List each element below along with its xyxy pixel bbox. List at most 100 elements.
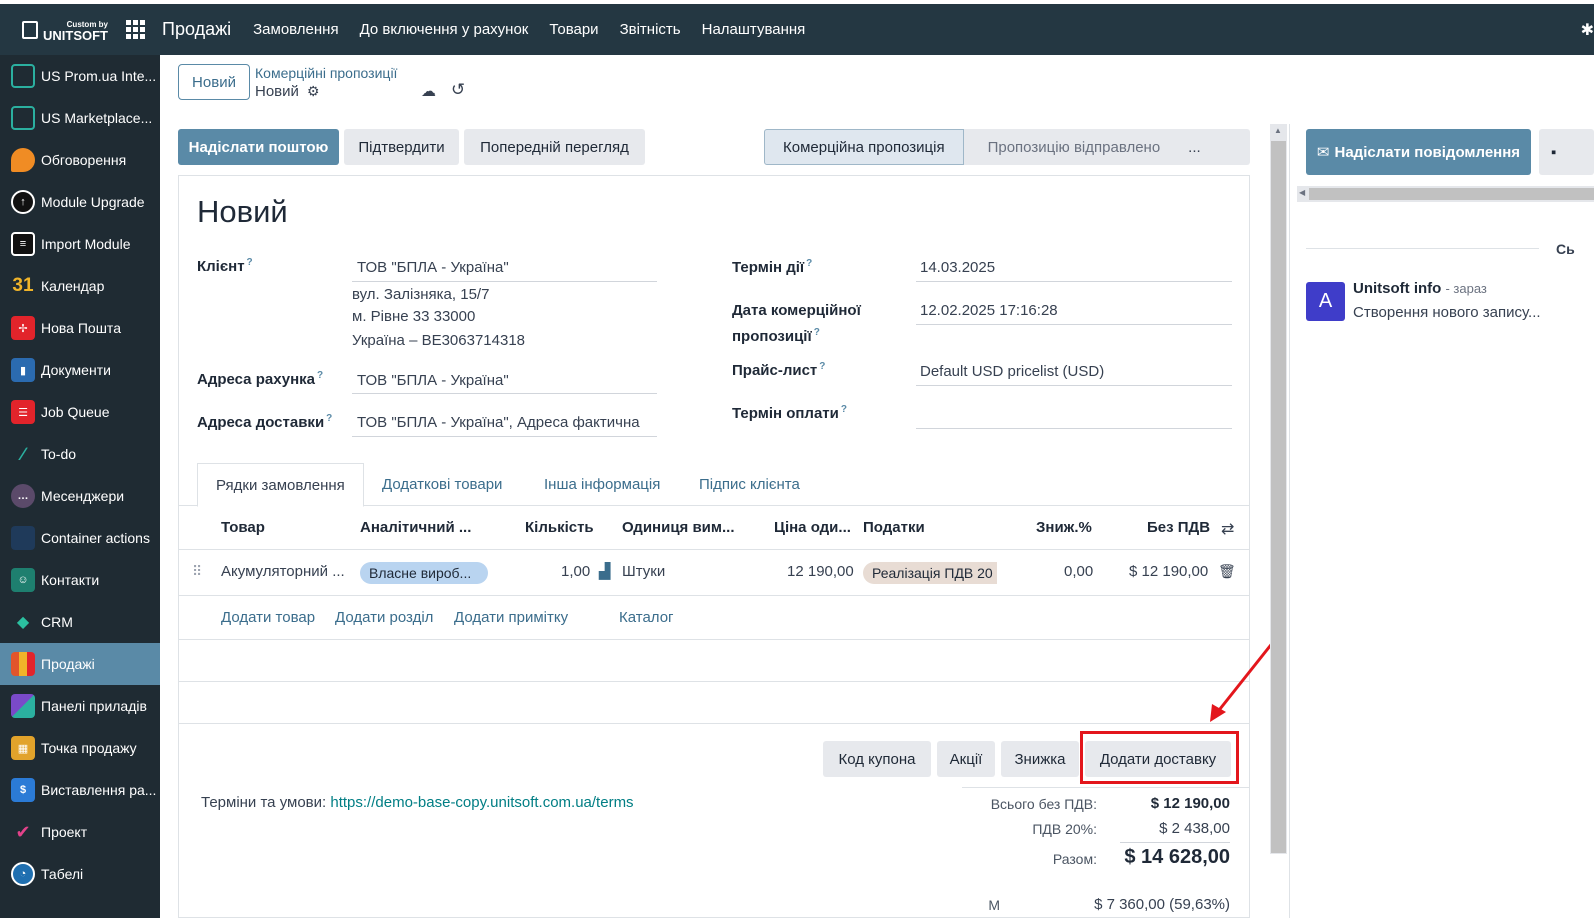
- apps-grid-icon[interactable]: [126, 19, 146, 40]
- line-discount[interactable]: 0,00: [1064, 563, 1093, 580]
- invoice-address-field[interactable]: ТОВ "БПЛА - Україна": [357, 372, 509, 389]
- sidebar-item-timesheets[interactable]: ◔ Табелі: [0, 853, 160, 895]
- confirm-button[interactable]: Підтвердити: [344, 129, 459, 165]
- send-message-button[interactable]: ✉ Надіслати повідомлення: [1306, 129, 1531, 175]
- help-icon[interactable]: ?: [247, 257, 253, 268]
- sidebar-item-documents[interactable]: ▮ Документи: [0, 349, 160, 391]
- line-qty[interactable]: 1,00: [561, 563, 590, 580]
- line-price[interactable]: 12 190,00: [787, 563, 854, 580]
- avatar[interactable]: A: [1306, 282, 1345, 321]
- sidebar-item-todo[interactable]: ∕ To-do: [0, 433, 160, 475]
- col-analytic[interactable]: Аналітичний ...: [360, 519, 471, 536]
- line-analytic-tag[interactable]: Власне вироб...: [360, 562, 488, 584]
- menu-orders[interactable]: Замовлення: [253, 21, 338, 38]
- status-quotation-sent[interactable]: Пропозицію відправлено: [964, 139, 1185, 156]
- menu-reporting[interactable]: Звітність: [620, 21, 681, 38]
- quotation-date-label: Дата комерційної пропозиції?: [732, 302, 861, 345]
- menu-to-invoice[interactable]: До включення у рахунок: [360, 21, 529, 38]
- sidebar-item-prom[interactable]: US Prom.ua Inte...: [0, 55, 160, 97]
- send-by-email-button[interactable]: Надіслати поштою: [178, 129, 339, 165]
- status-more[interactable]: ...: [1188, 139, 1201, 156]
- breadcrumb-quotations[interactable]: Комерційні пропозиції: [255, 65, 397, 81]
- help-icon[interactable]: ?: [841, 404, 847, 415]
- pricelist-label: Прайс-лист?: [732, 361, 826, 379]
- form-scrollbar[interactable]: ▲: [1270, 124, 1287, 854]
- promotions-button[interactable]: Акції: [937, 741, 995, 777]
- trash-icon[interactable]: 🗑: [1218, 563, 1236, 580]
- forecast-chart-icon[interactable]: ▟: [599, 562, 611, 580]
- sidebar-item-container-actions[interactable]: Container actions: [0, 517, 160, 559]
- sidebar-item-marketplace[interactable]: US Marketplace...: [0, 97, 160, 139]
- sales-chart-icon: [11, 652, 35, 676]
- col-discount[interactable]: Зниж.%: [1036, 519, 1092, 536]
- sidebar-item-crm[interactable]: ◆ CRM: [0, 601, 160, 643]
- tab-customer-signature[interactable]: Підпис клієнта: [699, 463, 800, 506]
- scroll-left-icon[interactable]: ◀: [1299, 188, 1305, 197]
- menu-products[interactable]: Товари: [549, 21, 598, 38]
- help-icon[interactable]: ?: [806, 258, 812, 269]
- help-icon[interactable]: ?: [317, 370, 323, 381]
- brand-logo[interactable]: Custom by UNITSOFT: [0, 4, 112, 55]
- discount-button[interactable]: Знижка: [1001, 741, 1079, 777]
- sidebar-item-invoicing[interactable]: $ Виставлення ра...: [0, 769, 160, 811]
- message-author[interactable]: Unitsoft info: [1353, 280, 1441, 297]
- catalog-link[interactable]: Каталог: [619, 609, 674, 626]
- chatter-scrollbar[interactable]: ◀: [1297, 186, 1594, 202]
- col-taxes[interactable]: Податки: [863, 519, 925, 536]
- sidebar-item-import-module[interactable]: ≡ Import Module: [0, 223, 160, 265]
- help-icon[interactable]: ?: [326, 413, 332, 424]
- address-line-3: Україна – BE3063714318: [352, 332, 526, 349]
- status-quotation[interactable]: Комерційна пропозиція: [764, 129, 964, 165]
- add-product-link[interactable]: Додати товар: [221, 609, 315, 626]
- sidebar-item-sales[interactable]: Продажі: [0, 643, 160, 685]
- sidebar-item-messengers[interactable]: … Месенджери: [0, 475, 160, 517]
- sidebar-item-module-upgrade[interactable]: ↑ Module Upgrade: [0, 181, 160, 223]
- drag-handle-icon[interactable]: ⠿: [192, 563, 202, 580]
- optional-columns-icon[interactable]: ⇄: [1221, 519, 1234, 539]
- quotation-date-field[interactable]: 12.02.2025 17:16:28: [920, 302, 1058, 319]
- col-unit-price[interactable]: Ціна оди...: [774, 519, 851, 536]
- sidebar-item-nova-poshta[interactable]: ✢ Нова Пошта: [0, 307, 160, 349]
- sidebar-item-pos[interactable]: ▦ Точка продажу: [0, 727, 160, 769]
- sidebar-item-discuss[interactable]: Обговорення: [0, 139, 160, 181]
- tab-order-lines[interactable]: Рядки замовлення: [197, 463, 364, 507]
- menu-settings[interactable]: Налаштування: [702, 21, 806, 38]
- undo-icon[interactable]: ↺: [451, 80, 465, 100]
- scrollbar-thumb[interactable]: [1271, 141, 1286, 853]
- col-product[interactable]: Товар: [221, 519, 265, 536]
- line-tax-tag[interactable]: Реалізація ПДВ 20: [863, 562, 997, 584]
- customer-field[interactable]: ТОВ "БПЛА - Україна": [357, 259, 509, 276]
- pricelist-field[interactable]: Default USD pricelist (USD): [920, 363, 1104, 380]
- sidebar-item-job-queue[interactable]: ☰ Job Queue: [0, 391, 160, 433]
- invoice-icon: $: [11, 778, 35, 802]
- coupon-code-button[interactable]: Код купона: [823, 741, 931, 777]
- line-product[interactable]: Акумуляторний ...: [221, 563, 345, 580]
- add-note-link[interactable]: Додати примітку: [454, 609, 568, 626]
- nova-poshta-icon: ✢: [11, 316, 35, 340]
- sidebar-item-calendar[interactable]: 31 Календар: [0, 265, 160, 307]
- sidebar-item-project[interactable]: ✔ Проект: [0, 811, 160, 853]
- sidebar-item-dashboards[interactable]: Панелі приладів: [0, 685, 160, 727]
- validity-field[interactable]: 14.03.2025: [920, 259, 995, 276]
- app-name[interactable]: Продажі: [162, 19, 231, 40]
- col-uom[interactable]: Одиниця вим...: [622, 519, 735, 536]
- new-record-button[interactable]: Новий: [178, 64, 250, 100]
- tab-other-info[interactable]: Інша інформація: [544, 463, 660, 506]
- chatter-scrollbar-thumb[interactable]: [1309, 188, 1594, 200]
- terms-link[interactable]: https://demo-base-copy.unitsoft.com.ua/t…: [330, 794, 633, 811]
- preview-button[interactable]: Попередній перегляд: [464, 129, 645, 165]
- col-quantity[interactable]: Кількість: [525, 519, 594, 536]
- debug-icon[interactable]: ✱: [1581, 20, 1594, 40]
- col-subtotal[interactable]: Без ПДВ: [1147, 519, 1210, 536]
- cloud-upload-icon[interactable]: ☁: [421, 82, 436, 100]
- help-icon[interactable]: ?: [814, 327, 820, 338]
- delivery-address-field[interactable]: ТОВ "БПЛА - Україна", Адреса фактична: [357, 414, 640, 431]
- line-uom[interactable]: Штуки: [622, 563, 665, 580]
- help-icon[interactable]: ?: [819, 361, 825, 372]
- log-note-button[interactable]: ▪: [1539, 129, 1594, 175]
- add-section-link[interactable]: Додати розділ: [335, 609, 433, 626]
- sidebar-item-contacts[interactable]: ☺ Контакти: [0, 559, 160, 601]
- scroll-up-icon[interactable]: ▲: [1274, 126, 1282, 135]
- gear-icon[interactable]: ⚙: [307, 83, 320, 100]
- tab-optional-products[interactable]: Додаткові товари: [382, 463, 502, 506]
